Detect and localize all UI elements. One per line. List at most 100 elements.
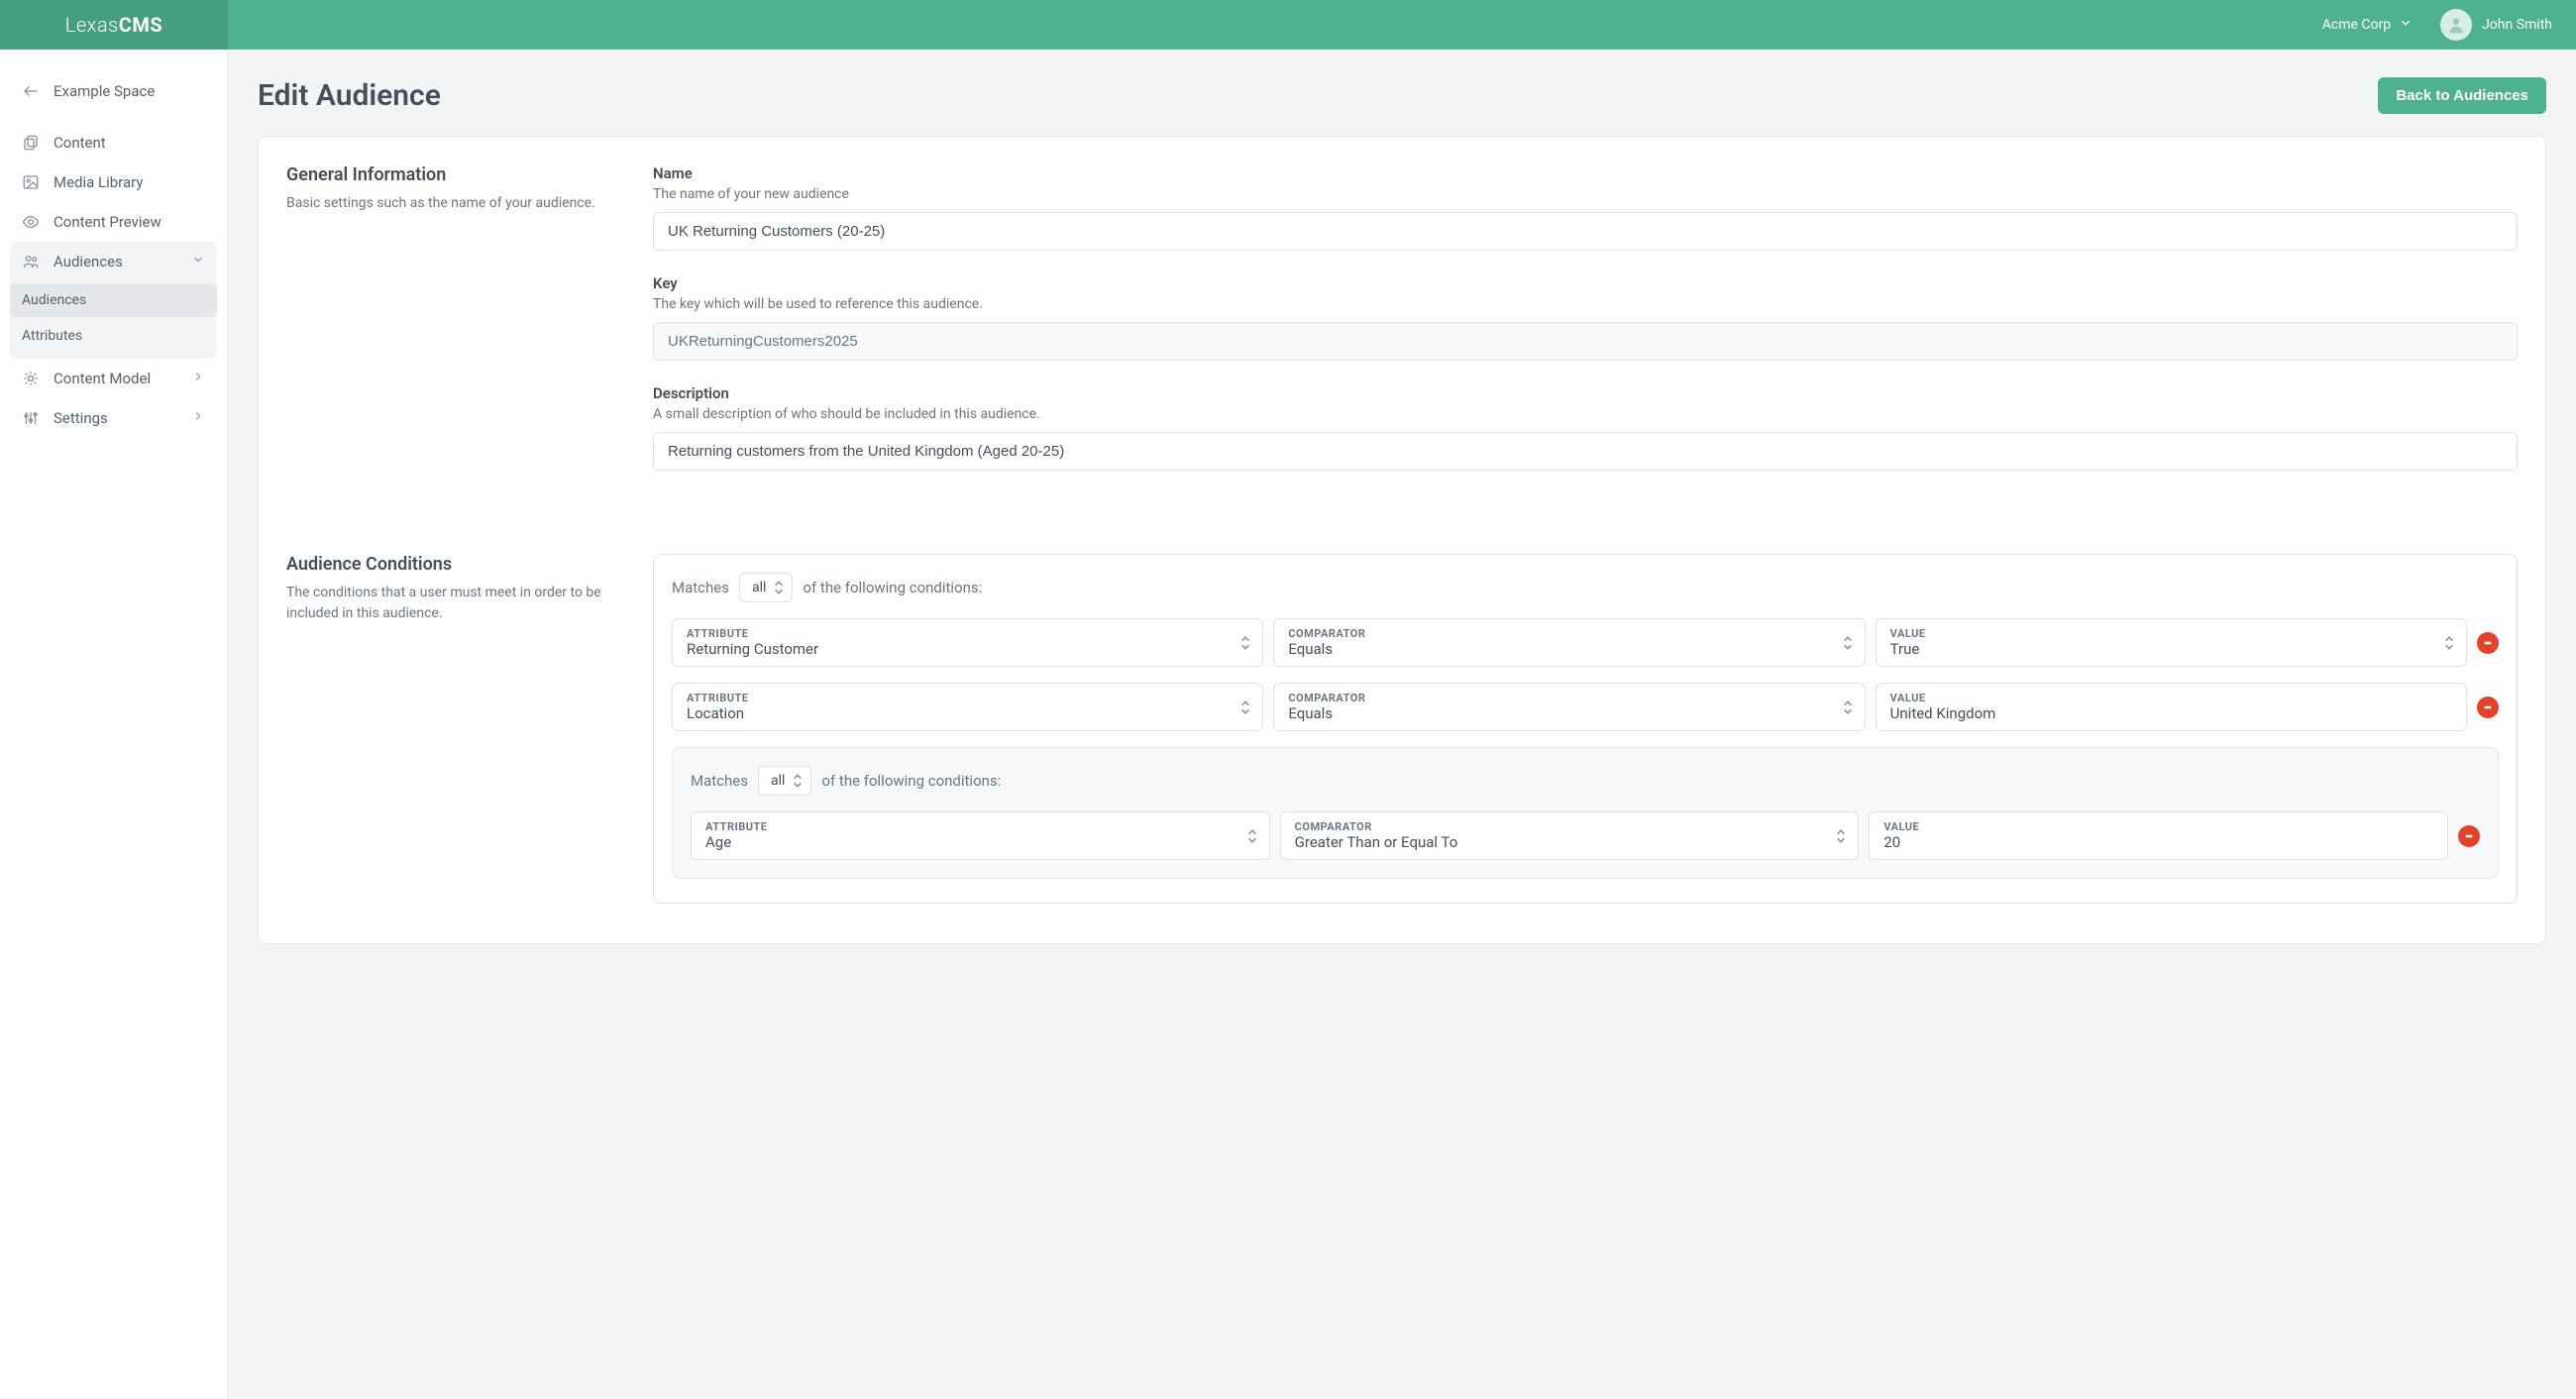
brand-right: CMS [119, 13, 162, 37]
nested-match-mode-row: Matches all of the following conditions: [691, 766, 2480, 796]
comparator-value: Equals [1288, 640, 1830, 658]
users-icon [22, 253, 40, 270]
name-input[interactable] [653, 212, 2518, 251]
attribute-value: Location [687, 704, 1229, 722]
field-name: Name The name of your new audience [653, 164, 2518, 251]
sidebar-item-label: Content Preview [54, 213, 161, 231]
value-input[interactable]: VALUE 20 [1869, 811, 2448, 860]
field-help: The key which will be used to reference … [653, 296, 2518, 312]
cell-label: VALUE [1883, 820, 2414, 833]
section-desc: Basic settings such as the name of your … [286, 193, 613, 214]
sidebar-item-audiences[interactable]: Audiences [10, 242, 217, 281]
conditions-panel: Matches all of the following conditions: [653, 554, 2518, 904]
org-switcher[interactable]: Acme Corp [2322, 16, 2413, 34]
sidebar: Example Space Content Media Library Cont… [0, 50, 228, 1399]
sidebar-back[interactable]: Example Space [0, 71, 227, 111]
section-conditions: Audience Conditions The conditions that … [286, 554, 2518, 904]
match-right-text: of the following conditions: [821, 772, 1001, 790]
main-content: Edit Audience Back to Audiences General … [228, 50, 2576, 1399]
condition-row: ATTRIBUTE Returning Customer COMPARATOR … [672, 618, 2499, 667]
sliders-icon [22, 409, 40, 427]
remove-condition-button[interactable] [2477, 697, 2499, 718]
cell-label: COMPARATOR [1295, 820, 1825, 833]
remove-condition-button[interactable] [2477, 632, 2499, 654]
section-title: General Information [286, 164, 613, 185]
attribute-value: Returning Customer [687, 640, 1229, 658]
brand-logo[interactable]: LexasCMS [0, 0, 228, 50]
field-description: Description A small description of who s… [653, 384, 2518, 471]
updown-icon [1843, 636, 1853, 650]
sidebar-item-label: Settings [54, 409, 108, 427]
sidebar-item-content-model[interactable]: Content Model [0, 359, 227, 398]
sidebar-item-settings[interactable]: Settings [0, 398, 227, 438]
cell-label: ATTRIBUTE [687, 692, 1229, 704]
match-mode-select[interactable]: all [739, 573, 793, 602]
value-value: United Kingdom [1890, 704, 2432, 722]
updown-icon [1836, 829, 1846, 843]
avatar [2440, 9, 2472, 41]
updown-icon [1240, 636, 1250, 650]
nested-conditions-panel: Matches all of the following conditions:… [672, 747, 2499, 879]
updown-icon [1247, 829, 1257, 843]
remove-condition-button[interactable] [2458, 825, 2480, 847]
attribute-select[interactable]: ATTRIBUTE Age [691, 811, 1270, 860]
value-select[interactable]: VALUE True [1876, 618, 2467, 667]
image-icon [22, 173, 40, 191]
sidebar-item-media[interactable]: Media Library [0, 162, 227, 202]
section-general: General Information Basic settings such … [286, 164, 2518, 494]
cell-label: VALUE [1890, 627, 2432, 640]
comparator-value: Greater Than or Equal To [1295, 833, 1825, 851]
nested-match-mode-select[interactable]: all [758, 766, 811, 796]
sidebar-item-content[interactable]: Content [0, 123, 227, 162]
back-to-audiences-button[interactable]: Back to Audiences [2378, 77, 2546, 114]
chevron-down-icon [2399, 16, 2413, 34]
updown-icon [2444, 636, 2454, 650]
section-desc: The conditions that a user must meet in … [286, 583, 613, 624]
user-menu[interactable]: John Smith [2440, 9, 2552, 41]
sidebar-sub-attributes[interactable]: Attributes [10, 319, 217, 353]
model-icon [22, 370, 40, 387]
field-label: Description [653, 384, 2518, 402]
cell-label: COMPARATOR [1288, 627, 1830, 640]
attribute-select[interactable]: ATTRIBUTE Location [672, 683, 1263, 731]
sidebar-item-preview[interactable]: Content Preview [0, 202, 227, 242]
comparator-select[interactable]: COMPARATOR Equals [1273, 683, 1865, 731]
sidebar-group-audiences: Audiences Audiences Attributes [10, 242, 217, 359]
brand-left: Lexas [65, 13, 119, 37]
comparator-select[interactable]: COMPARATOR Equals [1273, 618, 1865, 667]
sidebar-back-label: Example Space [54, 82, 155, 100]
attribute-value: Age [705, 833, 1235, 851]
comparator-value: Equals [1288, 704, 1830, 722]
form-card: General Information Basic settings such … [258, 136, 2546, 944]
condition-row: ATTRIBUTE Age COMPARATOR Greater Than or… [691, 811, 2480, 860]
updown-icon [774, 581, 784, 594]
user-name: John Smith [2482, 17, 2552, 33]
chevron-right-icon [191, 409, 205, 427]
sidebar-sub-label: Audiences [22, 292, 86, 308]
eye-icon [22, 213, 40, 231]
updown-icon [1240, 700, 1250, 714]
chevron-right-icon [191, 370, 205, 387]
sidebar-item-label: Media Library [54, 173, 143, 191]
updown-icon [1843, 700, 1853, 714]
key-input[interactable] [653, 322, 2518, 361]
comparator-select[interactable]: COMPARATOR Greater Than or Equal To [1280, 811, 1860, 860]
topbar: LexasCMS Acme Corp John Smith [0, 0, 2576, 50]
cell-label: ATTRIBUTE [705, 820, 1235, 833]
attribute-select[interactable]: ATTRIBUTE Returning Customer [672, 618, 1263, 667]
value-value: 20 [1883, 833, 2414, 851]
sidebar-item-label: Audiences [54, 253, 123, 270]
cell-label: ATTRIBUTE [687, 627, 1229, 640]
match-mode-row: Matches all of the following conditions: [672, 573, 2499, 602]
sidebar-item-label: Content Model [54, 370, 151, 387]
cell-label: COMPARATOR [1288, 692, 1830, 704]
field-help: A small description of who should be inc… [653, 406, 2518, 422]
field-key: Key The key which will be used to refere… [653, 274, 2518, 361]
org-name: Acme Corp [2322, 17, 2391, 33]
match-left-text: Matches [691, 772, 748, 790]
match-mode-value: all [752, 580, 766, 595]
value-input[interactable]: VALUE United Kingdom [1876, 683, 2467, 731]
sidebar-sub-audiences[interactable]: Audiences [10, 283, 217, 317]
description-input[interactable] [653, 432, 2518, 471]
field-help: The name of your new audience [653, 186, 2518, 202]
